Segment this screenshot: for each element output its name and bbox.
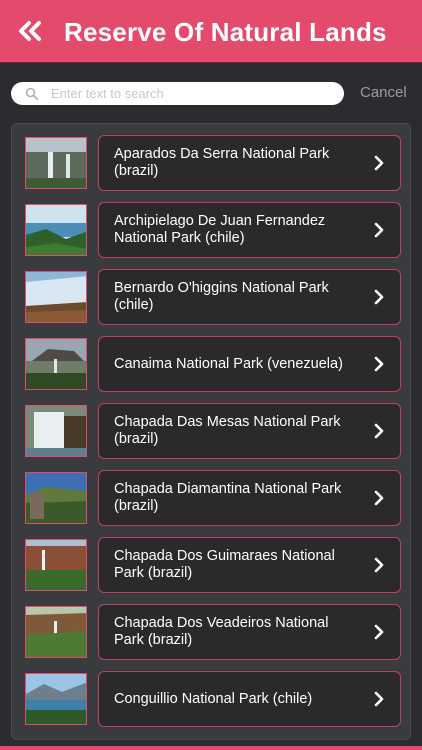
search-input[interactable] [51, 82, 336, 105]
list-item[interactable]: Bernardo O'higgins National Park (chile) [25, 269, 401, 327]
park-name: Archipielago De Juan Fernandez National … [114, 213, 326, 246]
park-thumbnail [25, 204, 87, 256]
chevron-right-icon [374, 624, 384, 640]
park-card[interactable]: Bernardo O'higgins National Park (chile) [98, 269, 401, 325]
cancel-button[interactable]: Cancel [360, 84, 407, 101]
bottom-accent-bar [0, 746, 422, 750]
park-card[interactable]: Chapada Dos Veadeiros National Park (bra… [98, 604, 401, 660]
list-item[interactable]: Chapada Das Mesas National Park (brazil) [25, 403, 401, 461]
park-name: Canaima National Park (venezuela) [114, 355, 343, 372]
back-button[interactable] [10, 14, 50, 48]
park-name: Chapada Das Mesas National Park (brazil) [114, 414, 341, 447]
park-thumbnail [25, 405, 87, 457]
park-name: Conguillio National Park (chile) [114, 690, 313, 707]
chevron-right-icon [374, 356, 384, 372]
chevron-right-icon [374, 423, 384, 439]
park-name: Chapada Dos Veadeiros National Park (bra… [114, 615, 329, 648]
park-thumbnail [25, 472, 87, 524]
park-list[interactable]: Aparados Da Serra National Park (brazil)… [11, 123, 411, 740]
chevron-right-icon [374, 557, 384, 573]
park-thumbnail [25, 606, 87, 658]
page-title: Reserve Of Natural Lands [64, 17, 387, 47]
park-card[interactable]: Canaima National Park (venezuela) [98, 336, 401, 392]
chevron-right-icon [374, 222, 384, 238]
search-icon [25, 87, 39, 101]
list-item[interactable]: Archipielago De Juan Fernandez National … [25, 202, 401, 260]
park-thumbnail [25, 338, 87, 390]
park-card[interactable]: Chapada Diamantina National Park (brazil… [98, 470, 401, 526]
park-name: Chapada Diamantina National Park (brazil… [114, 481, 342, 514]
chevron-right-icon [374, 289, 384, 305]
chevron-right-icon [374, 691, 384, 707]
park-thumbnail [25, 539, 87, 591]
park-card[interactable]: Aparados Da Serra National Park (brazil) [98, 135, 401, 191]
list-item[interactable]: Chapada Dos Veadeiros National Park (bra… [25, 604, 401, 662]
park-name: Chapada Dos Guimaraes National Park (bra… [114, 548, 335, 581]
park-card[interactable]: Chapada Dos Guimaraes National Park (bra… [98, 537, 401, 593]
double-chevron-left-icon [19, 21, 41, 41]
park-name: Bernardo O'higgins National Park (chile) [114, 280, 329, 313]
chevron-right-icon [374, 155, 384, 171]
list-item[interactable]: Aparados Da Serra National Park (brazil) [25, 135, 401, 193]
park-card[interactable]: Chapada Das Mesas National Park (brazil) [98, 403, 401, 459]
list-item[interactable]: Conguillio National Park (chile) [25, 671, 401, 729]
park-card[interactable]: Archipielago De Juan Fernandez National … [98, 202, 401, 258]
park-thumbnail [25, 673, 87, 725]
park-card[interactable]: Conguillio National Park (chile) [98, 671, 401, 727]
search-bar[interactable] [11, 82, 344, 105]
app-header: Reserve Of Natural Lands [0, 0, 422, 63]
park-thumbnail [25, 137, 87, 189]
list-item[interactable]: Canaima National Park (venezuela) [25, 336, 401, 394]
chevron-right-icon [374, 490, 384, 506]
list-item[interactable]: Chapada Diamantina National Park (brazil… [25, 470, 401, 528]
park-thumbnail [25, 271, 87, 323]
list-item[interactable]: Chapada Dos Guimaraes National Park (bra… [25, 537, 401, 595]
park-name: Aparados Da Serra National Park (brazil) [114, 146, 330, 179]
